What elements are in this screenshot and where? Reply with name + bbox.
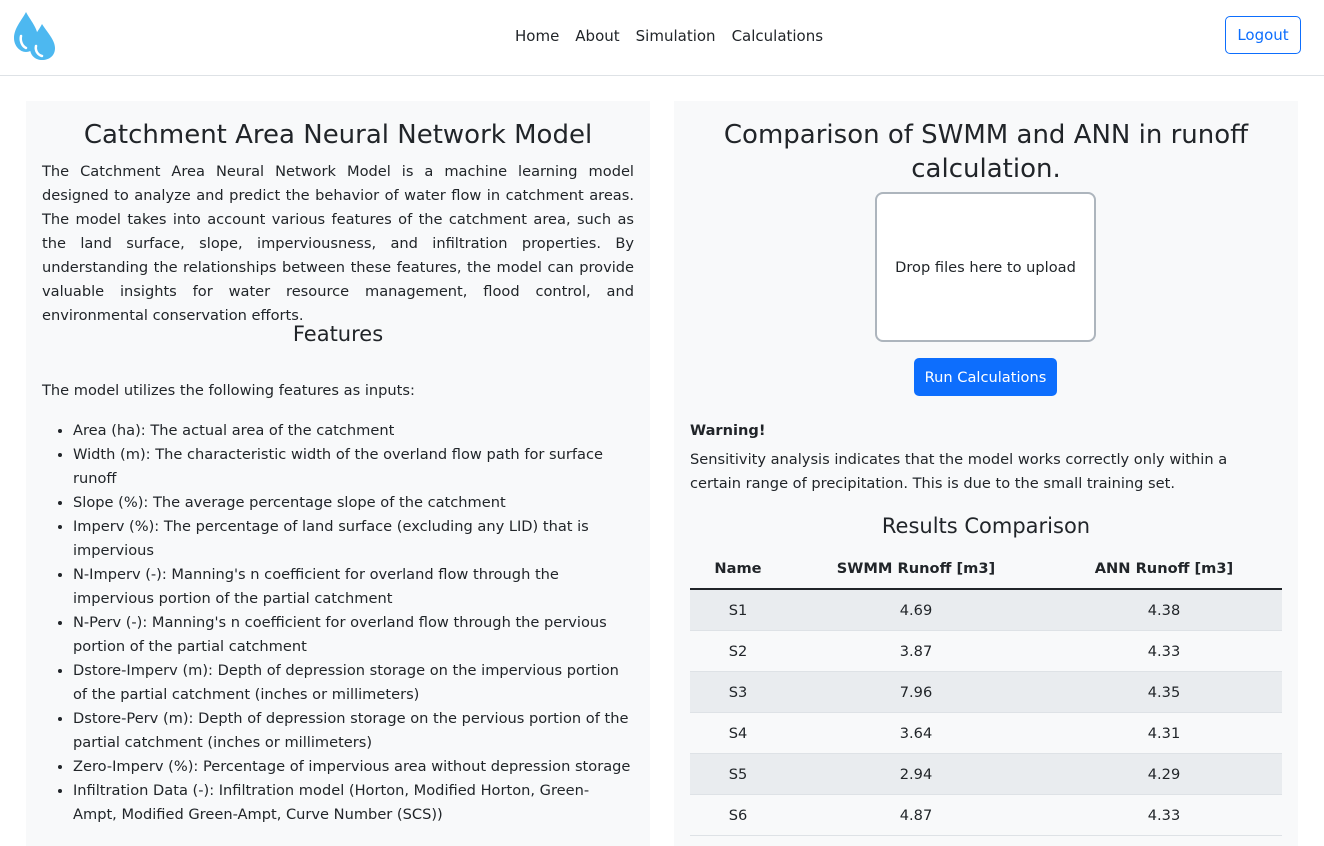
feature-item: Zero-Imperv (%): Percentage of imperviou…: [73, 755, 634, 779]
cell-swmm: 3.87: [786, 630, 1046, 672]
model-title: Catchment Area Neural Network Model: [83, 120, 593, 150]
model-info-panel: Catchment Area Neural Network Model The …: [26, 101, 650, 846]
cell-ann: 4.33: [1046, 794, 1282, 836]
top-navbar: Home About Simulation Calculations Logou…: [0, 0, 1324, 76]
cell-name: S3: [690, 671, 786, 713]
nav-link-calculations[interactable]: Calculations: [724, 25, 832, 47]
cell-ann: 4.35: [1046, 671, 1282, 713]
warning-text: Sensitivity analysis indicates that the …: [690, 451, 1228, 492]
cell-ann: 4.29: [1046, 753, 1282, 795]
feature-item: Slope (%): The average percentage slope …: [73, 491, 634, 515]
cell-ann: 4.38: [1046, 589, 1282, 631]
logout-button[interactable]: Logout: [1225, 16, 1301, 54]
feature-item: Dstore-Perv (m): Depth of depression sto…: [73, 707, 634, 755]
feature-item: N-Imperv (-): Manning's n coefficient fo…: [73, 563, 634, 611]
features-heading: Features: [292, 322, 384, 346]
nav-link-simulation[interactable]: Simulation: [628, 25, 724, 47]
cell-name: S5: [690, 753, 786, 795]
cell-swmm: 3.64: [786, 712, 1046, 754]
cell-name: S4: [690, 712, 786, 754]
table-row: S6 4.87 4.33: [690, 794, 1282, 836]
cell-name: S2: [690, 630, 786, 672]
run-calculations-button[interactable]: Run Calculations: [914, 358, 1057, 396]
nav-link-about[interactable]: About: [567, 25, 627, 47]
table-row: S2 3.87 4.33: [690, 630, 1282, 672]
nav-link-home[interactable]: Home: [507, 25, 567, 47]
feature-item: Imperv (%): The percentage of land surfa…: [73, 515, 634, 563]
table-header-row: Name SWMM Runoff [m3] ANN Runoff [m3]: [690, 549, 1282, 590]
column-header-swmm: SWMM Runoff [m3]: [786, 549, 1046, 590]
table-row: S1 4.69 4.38: [690, 589, 1282, 631]
table-row: S3 7.96 4.35: [690, 671, 1282, 713]
results-table: Name SWMM Runoff [m3] ANN Runoff [m3] S1…: [690, 549, 1282, 836]
feature-item: Dstore-Imperv (m): Depth of depression s…: [73, 659, 634, 707]
feature-item: N-Perv (-): Manning's n coefficient for …: [73, 611, 634, 659]
feature-item: Area (ha): The actual area of the catchm…: [73, 419, 634, 443]
cell-name: S1: [690, 589, 786, 631]
cell-ann: 4.33: [1046, 630, 1282, 672]
warning-title: Warning!: [690, 422, 766, 439]
features-lead-text: The model utilizes the following feature…: [42, 382, 415, 399]
file-dropzone[interactable]: Drop files here to upload: [875, 192, 1096, 342]
nav-links: Home About Simulation Calculations: [507, 25, 831, 47]
dropzone-label: Drop files here to upload: [895, 258, 1076, 276]
table-row: S4 3.64 4.31: [690, 712, 1282, 754]
column-header-name: Name: [690, 549, 786, 590]
comparison-title: Comparison of SWMM and ANN in runoff cal…: [723, 120, 1249, 184]
cell-ann: 4.31: [1046, 712, 1282, 754]
model-description: The Catchment Area Neural Network Model …: [42, 163, 634, 324]
cell-swmm: 7.96: [786, 671, 1046, 713]
cell-swmm: 4.87: [786, 794, 1046, 836]
table-row: S5 2.94 4.29: [690, 753, 1282, 795]
results-heading: Results Comparison: [881, 514, 1091, 538]
cell-name: S6: [690, 794, 786, 836]
feature-item: Infiltration Data (-): Infiltration mode…: [73, 779, 634, 827]
column-header-ann: ANN Runoff [m3]: [1046, 549, 1282, 590]
feature-item: Width (m): The characteristic width of t…: [73, 443, 634, 491]
features-list: Area (ha): The actual area of the catchm…: [42, 419, 634, 827]
cell-swmm: 2.94: [786, 753, 1046, 795]
comparison-panel: Comparison of SWMM and ANN in runoff cal…: [674, 101, 1298, 846]
cell-swmm: 4.69: [786, 589, 1046, 631]
water-drops-icon[interactable]: [12, 10, 58, 62]
